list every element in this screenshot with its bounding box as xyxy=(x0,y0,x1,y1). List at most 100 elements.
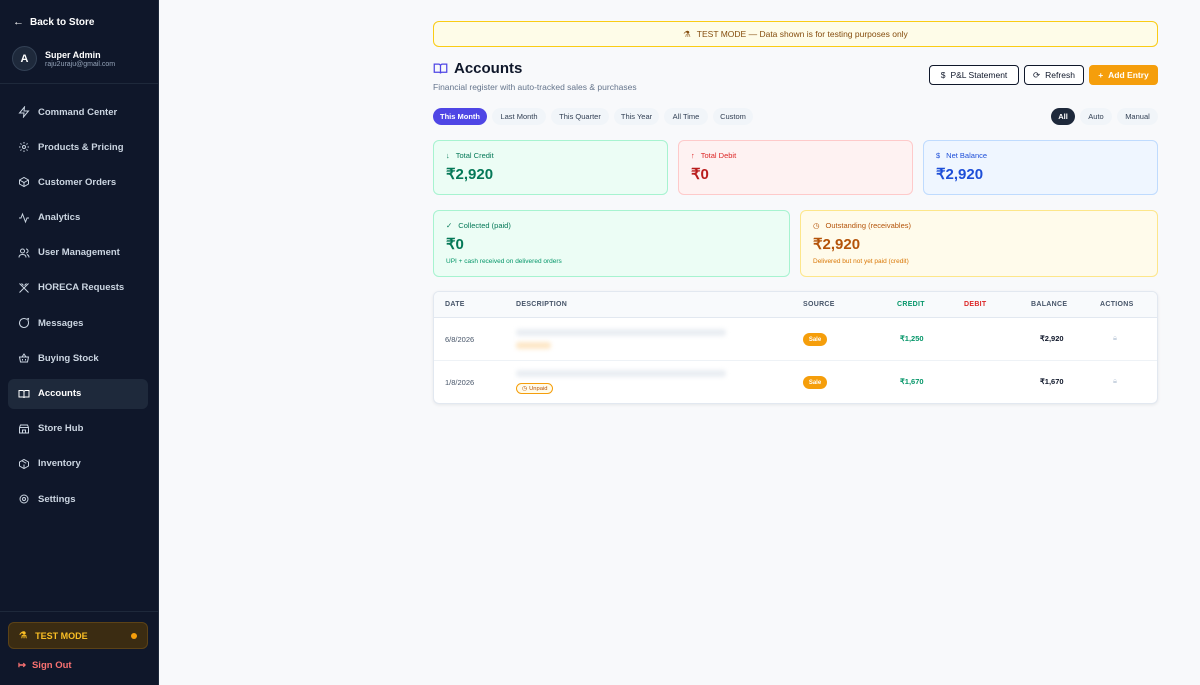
filter-auto[interactable]: Auto xyxy=(1080,108,1112,125)
gear-icon xyxy=(19,142,29,153)
filter-last-month[interactable]: Last Month xyxy=(492,108,546,125)
row-balance: ₹2,920 xyxy=(1040,334,1064,343)
filter-this-month[interactable]: This Month xyxy=(433,108,487,125)
dollar-icon: $ xyxy=(940,70,946,80)
lock-icon[interactable]: 🔒︎ xyxy=(1113,376,1117,386)
sidebar-item-messages[interactable]: Messages xyxy=(8,308,148,338)
sidebar-item-command-center[interactable]: Command Center xyxy=(8,97,148,127)
basket-icon xyxy=(18,353,30,363)
source-badge: Sale xyxy=(803,376,827,389)
sidebar-item-store-hub[interactable]: Store Hub xyxy=(8,414,148,444)
user-email: raju2uraju@gmail.com xyxy=(45,60,116,68)
sidebar-item-label: Customer Orders xyxy=(38,176,117,188)
sidebar-item-inventory[interactable]: Inventory xyxy=(8,449,148,479)
box-icon xyxy=(19,177,29,188)
sidebar-item-label: User Management xyxy=(38,247,120,259)
sign-out-label: Sign Out xyxy=(31,660,72,671)
sidebar-item-customer-orders[interactable]: Customer Orders xyxy=(8,167,148,197)
sidebar-item-settings[interactable]: Settings xyxy=(8,484,148,514)
page-title: Accounts xyxy=(454,60,523,77)
total-credit-value: ₹2,920 xyxy=(446,166,494,183)
back-to-store-label: Back to Store xyxy=(30,16,95,28)
column-actions: ACTIONS xyxy=(1100,301,1134,308)
filter-this-year[interactable]: This Year xyxy=(614,108,659,125)
total-debit-label: Total Debit xyxy=(700,151,737,160)
collected-card: ✓ Collected (paid) ₹0 UPI + cash receive… xyxy=(433,210,790,277)
sidebar-item-label: HORECA Requests xyxy=(38,282,125,294)
sidebar-item-user-management[interactable]: User Management xyxy=(8,238,148,268)
sidebar-item-label: Analytics xyxy=(38,212,81,224)
collected-label-row: ✓ Collected (paid) xyxy=(446,221,777,230)
collected-note: UPI + cash received on delivered orders xyxy=(446,258,562,265)
sidebar: ← Back to Store A Super Admin raju2uraju… xyxy=(0,0,159,685)
arrow-down-icon: ↓ xyxy=(446,151,450,160)
redacted-description xyxy=(516,342,551,349)
pl-statement-button[interactable]: $ P&L Statement xyxy=(929,65,1019,85)
back-to-store-link[interactable]: ← Back to Store xyxy=(13,16,94,28)
row-credit: ₹1,250 xyxy=(900,334,924,343)
accounts-table: DATE DESCRIPTION SOURCE CREDIT DEBIT BAL… xyxy=(433,291,1158,404)
net-balance-value: ₹2,920 xyxy=(936,166,984,183)
lock-icon[interactable]: 🔒︎ xyxy=(1113,333,1117,343)
table-row[interactable]: 1/8/2026 ◷ Unpaid Sale ₹1,670 ₹1,670 🔒︎ xyxy=(434,361,1157,403)
test-mode-toggle[interactable]: ⚗ TEST MODE xyxy=(8,622,148,649)
page-subtitle: Financial register with auto-tracked sal… xyxy=(433,82,637,92)
filter-all[interactable]: All xyxy=(1051,108,1075,125)
test-mode-indicator xyxy=(131,633,137,639)
outstanding-card: ◷ Outstanding (receivables) ₹2,920 Deliv… xyxy=(800,210,1158,277)
sidebar-item-label: Store Hub xyxy=(38,423,84,435)
zap-icon xyxy=(18,106,30,118)
collected-value: ₹0 xyxy=(446,236,464,253)
filter-custom[interactable]: Custom xyxy=(713,108,753,125)
sidebar-item-label: Command Center xyxy=(38,106,118,118)
sidebar-item-label: Settings xyxy=(38,493,76,505)
package-icon xyxy=(19,458,29,469)
check-circle-icon: ✓ xyxy=(446,221,453,230)
row-date: 6/8/2026 xyxy=(445,335,475,344)
total-debit-card: ↑ Total Debit ₹0 xyxy=(678,140,913,195)
book-icon xyxy=(433,63,448,74)
utensils-icon xyxy=(19,283,29,293)
settings-icon xyxy=(19,494,29,504)
total-credit-label-row: ↓ Total Credit xyxy=(446,151,655,160)
outstanding-label: Outstanding (receivables) xyxy=(825,221,912,230)
banner-text: TEST MODE — Data shown is for testing pu… xyxy=(696,29,908,39)
arrow-up-icon: ↑ xyxy=(691,151,695,160)
filter-this-quarter[interactable]: This Quarter xyxy=(551,108,609,125)
source-badge: Sale xyxy=(803,333,827,346)
total-debit-value: ₹0 xyxy=(691,166,709,183)
sidebar-item-horeca-requests[interactable]: HORECA Requests xyxy=(8,273,148,303)
arrow-left-icon: ← xyxy=(13,16,24,28)
collected-label: Collected (paid) xyxy=(458,221,511,230)
net-balance-label-row: $ Net Balance xyxy=(936,151,1145,160)
add-entry-button[interactable]: + Add Entry xyxy=(1089,65,1158,85)
sidebar-item-buying-stock[interactable]: Buying Stock xyxy=(8,343,148,373)
sidebar-item-label: Accounts xyxy=(38,388,82,399)
filter-manual[interactable]: Manual xyxy=(1117,108,1158,125)
refresh-button[interactable]: ⟳ Refresh xyxy=(1024,65,1084,85)
user-name: Super Admin xyxy=(45,49,101,60)
page-header: Accounts xyxy=(433,60,522,77)
table-row[interactable]: 6/8/2026 Sale ₹1,250 ₹2,920 🔒︎ xyxy=(434,318,1157,361)
sidebar-item-analytics[interactable]: Analytics xyxy=(8,203,148,233)
flask-icon: ⚗ xyxy=(683,28,691,39)
redacted-description xyxy=(516,329,726,336)
activity-icon xyxy=(19,212,29,223)
refresh-icon: ⟳ xyxy=(1033,69,1041,80)
outstanding-value: ₹2,920 xyxy=(813,236,861,253)
sidebar-item-accounts[interactable]: Accounts xyxy=(8,378,148,409)
sidebar-item-products-pricing[interactable]: Products & Pricing xyxy=(8,132,148,162)
sign-out-button[interactable]: ↦ Sign Out xyxy=(18,660,72,671)
sign-out-icon: ↦ xyxy=(18,660,26,671)
add-entry-label: Add Entry xyxy=(1108,70,1149,80)
filter-all-time[interactable]: All Time xyxy=(664,108,708,125)
sidebar-divider xyxy=(0,611,158,612)
unpaid-badge: ◷ Unpaid xyxy=(516,383,554,394)
book-icon xyxy=(18,389,30,398)
unpaid-label: Unpaid xyxy=(529,385,548,392)
column-credit: CREDIT xyxy=(897,301,925,308)
sidebar-item-label: Inventory xyxy=(38,458,81,470)
pl-statement-label: P&L Statement xyxy=(950,70,1008,80)
outstanding-note: Delivered but not yet paid (credit) xyxy=(813,258,909,265)
column-description: DESCRIPTION xyxy=(516,301,568,308)
